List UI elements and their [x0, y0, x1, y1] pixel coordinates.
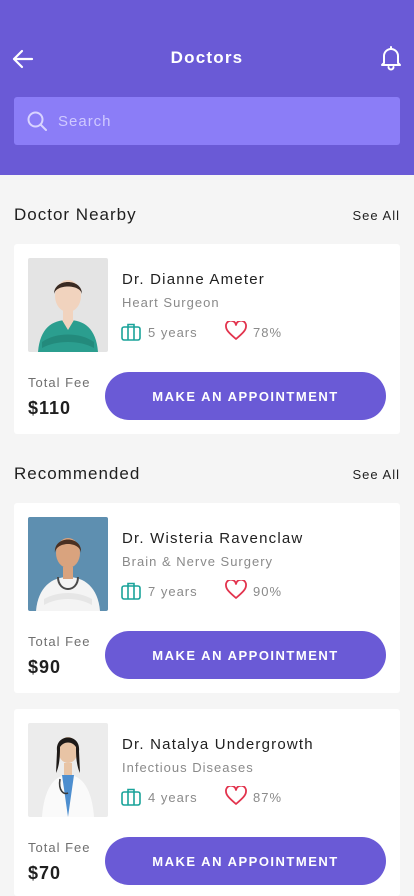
rating-value: 78%: [253, 325, 283, 340]
doctor-specialty: Heart Surgeon: [122, 295, 220, 310]
app-header: Doctors: [0, 0, 414, 175]
doctor-name: Dr. Natalya Undergrowth: [122, 736, 314, 753]
search-icon: [27, 111, 47, 131]
doctor-portrait-image: [28, 258, 108, 352]
bell-icon[interactable]: [379, 45, 403, 71]
doctor-photo: [28, 517, 108, 611]
briefcase-icon: [121, 582, 141, 600]
rating-value: 87%: [253, 790, 283, 805]
experience-value: 5 years: [148, 325, 198, 340]
heart-icon: [225, 580, 247, 599]
see-all-link[interactable]: See All: [353, 467, 400, 482]
make-appointment-button[interactable]: MAKE AN APPOINTMENT: [105, 837, 386, 885]
fee-value: $90: [28, 657, 62, 677]
fee-value: $70: [28, 863, 62, 883]
doctor-photo: [28, 258, 108, 352]
make-appointment-button[interactable]: MAKE AN APPOINTMENT: [105, 372, 386, 420]
doctor-card[interactable]: Dr. Wisteria Ravenclaw Brain & Nerve Sur…: [14, 503, 400, 693]
briefcase-icon: [121, 323, 141, 341]
see-all-link[interactable]: See All: [353, 208, 400, 223]
rating-value: 90%: [253, 584, 283, 599]
doctor-photo: [28, 723, 108, 817]
doctor-portrait-image: [28, 517, 108, 611]
page-title: Doctors: [170, 48, 244, 67]
search-input[interactable]: [58, 112, 358, 130]
section-title: Doctor Nearby: [14, 205, 137, 224]
fee-label: Total Fee: [28, 375, 91, 390]
doctor-specialty: Infectious Diseases: [122, 760, 254, 775]
doctor-specialty: Brain & Nerve Surgery: [122, 554, 274, 569]
fee-value: $110: [28, 398, 72, 418]
briefcase-icon: [121, 788, 141, 806]
experience-value: 4 years: [148, 790, 198, 805]
section-header-nearby: Doctor Nearby See All: [14, 205, 400, 225]
doctor-name: Dr. Wisteria Ravenclaw: [122, 530, 304, 547]
doctor-name: Dr. Dianne Ameter: [122, 271, 265, 288]
experience-value: 7 years: [148, 584, 198, 599]
heart-icon: [225, 321, 247, 340]
section-header-recommended: Recommended See All: [14, 464, 400, 484]
search-bar[interactable]: [14, 97, 400, 145]
doctor-portrait-image: [28, 723, 108, 817]
fee-label: Total Fee: [28, 840, 91, 855]
doctor-card[interactable]: Dr. Natalya Undergrowth Infectious Disea…: [14, 709, 400, 896]
fee-label: Total Fee: [28, 634, 91, 649]
make-appointment-button[interactable]: MAKE AN APPOINTMENT: [105, 631, 386, 679]
section-title: Recommended: [14, 464, 141, 483]
doctor-card[interactable]: Dr. Dianne Ameter Heart Surgeon 5 years …: [14, 244, 400, 434]
heart-icon: [225, 786, 247, 805]
